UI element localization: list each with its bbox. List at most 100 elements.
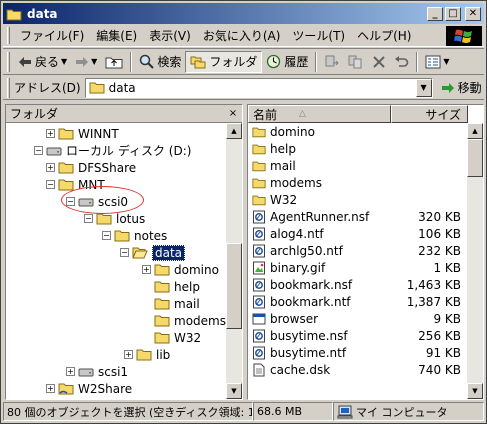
collapse-icon[interactable]: − xyxy=(120,248,129,257)
tree-item-local-disk-d[interactable]: − ローカル ディスク (D:) xyxy=(34,142,191,159)
menu-edit[interactable]: 編集(E) xyxy=(90,27,143,44)
minimize-button[interactable]: _ xyxy=(427,6,443,21)
expand-icon[interactable]: + xyxy=(66,367,75,376)
chevron-down-icon[interactable]: ▼ xyxy=(443,57,449,66)
tree-item-mail[interactable]: mail xyxy=(154,295,200,312)
scroll-thumb[interactable] xyxy=(467,139,483,177)
file-name-cell: modems xyxy=(248,176,391,190)
addressbar-grip[interactable] xyxy=(7,77,10,98)
scroll-down-icon[interactable]: ▼ xyxy=(226,383,242,399)
collapse-icon[interactable]: − xyxy=(46,180,55,189)
views-button[interactable]: ▼ xyxy=(421,51,453,73)
tree-item-notes[interactable]: − notes xyxy=(102,227,167,244)
tree-item-lib[interactable]: + lib xyxy=(124,346,170,363)
collapse-icon[interactable]: − xyxy=(34,146,43,155)
tree-item-label: scsi1 xyxy=(98,364,129,379)
file-row[interactable]: bookmark.ntf 1,387 KB xyxy=(248,293,483,310)
address-label: アドレス(D) xyxy=(14,81,81,95)
close-button[interactable]: ✕ xyxy=(465,6,481,21)
scroll-thumb[interactable] xyxy=(226,243,242,329)
file-size: 1,387 KB xyxy=(406,294,461,309)
folder-tree-pane: フォルダ × + WINNT − ローカル ディスク (D:) + DFSSha… xyxy=(5,104,243,400)
expand-icon[interactable]: + xyxy=(46,129,55,138)
back-button[interactable]: 戻る ▼ xyxy=(14,51,71,73)
chevron-down-icon[interactable]: ▼ xyxy=(91,57,97,66)
column-name-header[interactable]: 名前 △ xyxy=(248,105,391,123)
file-row[interactable]: archlg50.ntf 232 KB xyxy=(248,242,483,259)
file-row[interactable]: help xyxy=(248,140,483,157)
scroll-up-icon[interactable]: ▲ xyxy=(226,123,242,139)
folder-icon xyxy=(58,179,74,191)
undo-button[interactable] xyxy=(390,51,413,73)
file-list-scrollbar[interactable]: ▲ ▼ xyxy=(467,123,483,399)
forward-button[interactable]: ▼ xyxy=(71,51,101,73)
close-pane-icon[interactable]: × xyxy=(226,107,240,119)
file-name: mail xyxy=(270,158,296,173)
tree-item-label: notes xyxy=(134,228,168,243)
collapse-icon[interactable]: − xyxy=(84,214,93,223)
folder-icon xyxy=(252,193,270,207)
expand-icon[interactable]: + xyxy=(142,265,151,274)
file-row[interactable]: binary.gif 1 KB xyxy=(248,259,483,276)
address-input[interactable]: data ▼ xyxy=(84,77,433,98)
file-row[interactable]: alog4.ntf 106 KB xyxy=(248,225,483,242)
scroll-down-icon[interactable]: ▼ xyxy=(467,383,483,399)
file-row[interactable]: modems xyxy=(248,174,483,191)
tree-item-label: lotus xyxy=(116,211,146,226)
file-row[interactable]: cache.dsk 740 KB xyxy=(248,361,483,378)
column-header: 名前 △ サイズ xyxy=(248,105,483,123)
menubar-grip[interactable] xyxy=(7,27,10,44)
tree-item-scsi1[interactable]: + scsi1 xyxy=(66,363,128,380)
copy-to-button[interactable] xyxy=(344,51,368,73)
folders-label: フォルダ xyxy=(209,55,258,69)
tree-item-data[interactable]: − data xyxy=(120,244,186,261)
menu-bar: ファイル(F) 編集(E) 表示(V) お気に入り(A) ツール(T) ヘルプ(… xyxy=(3,25,484,47)
expand-icon[interactable]: + xyxy=(46,163,55,172)
status-size: 68.6 MB xyxy=(253,402,333,421)
file-row[interactable]: bookmark.nsf 1,463 KB xyxy=(248,276,483,293)
tree-scrollbar[interactable]: ▲ ▼ xyxy=(226,123,242,399)
tree-item-dfsshare[interactable]: + DFSShare xyxy=(46,159,136,176)
file-row[interactable]: busytime.ntf 91 KB xyxy=(248,344,483,361)
tree-item-domino[interactable]: + domino xyxy=(142,261,219,278)
file-row[interactable]: browser 9 KB xyxy=(248,310,483,327)
tree-item-modems[interactable]: modems xyxy=(154,312,226,329)
chevron-down-icon[interactable]: ▼ xyxy=(61,57,67,66)
tree-item-winnt[interactable]: + WINNT xyxy=(46,125,119,142)
tree-item-help[interactable]: help xyxy=(154,278,200,295)
search-label: 検索 xyxy=(157,55,182,69)
menu-file[interactable]: ファイル(F) xyxy=(14,27,90,44)
address-dropdown-icon[interactable]: ▼ xyxy=(415,78,432,97)
go-arrow-icon xyxy=(441,82,454,93)
file-name: busytime.ntf xyxy=(270,345,347,360)
file-row[interactable]: busytime.nsf 256 KB xyxy=(248,327,483,344)
delete-button[interactable] xyxy=(368,51,390,73)
expand-icon[interactable]: + xyxy=(124,350,133,359)
history-icon xyxy=(267,54,281,69)
menu-tools[interactable]: ツール(T) xyxy=(286,27,351,44)
file-row[interactable]: domino xyxy=(248,123,483,140)
folders-button[interactable]: フォルダ xyxy=(185,50,263,73)
menu-favorites[interactable]: お気に入り(A) xyxy=(197,27,287,44)
maximize-button[interactable]: □ xyxy=(445,6,461,21)
tree-item-label: help xyxy=(174,279,200,294)
file-row[interactable]: mail xyxy=(248,157,483,174)
tree-item-w32[interactable]: W32 xyxy=(154,329,201,346)
file-row[interactable]: AgentRunner.nsf 320 KB xyxy=(248,208,483,225)
tree-item-w2share[interactable]: + W2Share xyxy=(46,380,132,397)
menu-view[interactable]: 表示(V) xyxy=(143,27,197,44)
move-to-button[interactable] xyxy=(320,51,344,73)
up-folder-button[interactable] xyxy=(101,51,127,73)
menu-help[interactable]: ヘルプ(H) xyxy=(351,27,417,44)
expand-icon[interactable]: + xyxy=(46,384,55,393)
go-button[interactable]: 移動 xyxy=(441,79,482,96)
file-size: 91 KB xyxy=(425,345,461,360)
history-button[interactable]: 履歴 xyxy=(262,51,312,73)
file-row[interactable]: W32 xyxy=(248,191,483,208)
collapse-icon[interactable]: − xyxy=(102,231,111,240)
scroll-up-icon[interactable]: ▲ xyxy=(467,123,483,139)
search-button[interactable]: 検索 xyxy=(135,51,185,73)
column-size-header[interactable]: サイズ xyxy=(391,105,468,123)
toolbar-grip[interactable] xyxy=(7,51,10,72)
title-bar[interactable]: data _ □ ✕ xyxy=(3,3,484,24)
